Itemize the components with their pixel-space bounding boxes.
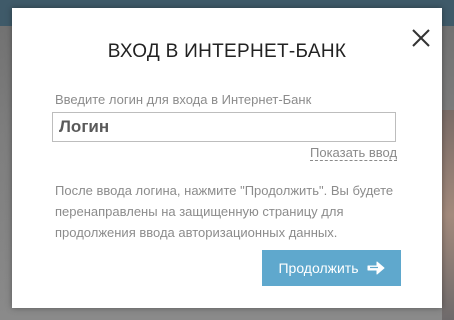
- login-label: Введите логин для входа в Интернет-Банк: [55, 92, 312, 107]
- continue-button[interactable]: Продолжить: [262, 250, 401, 286]
- show-input-link[interactable]: Показать ввод: [310, 146, 398, 161]
- login-modal: ВХОД В ИНТЕРНЕТ-БАНК Введите логин для в…: [12, 8, 442, 308]
- info-text: После ввода логина, нажмите "Продолжить"…: [55, 183, 394, 240]
- close-icon[interactable]: [410, 27, 432, 49]
- background-photo: [442, 110, 454, 320]
- continue-button-label: Продолжить: [278, 260, 359, 276]
- modal-title: ВХОД В ИНТЕРНЕТ-БАНК: [107, 41, 347, 62]
- arrow-right-icon: [367, 261, 385, 275]
- login-input[interactable]: [52, 112, 396, 142]
